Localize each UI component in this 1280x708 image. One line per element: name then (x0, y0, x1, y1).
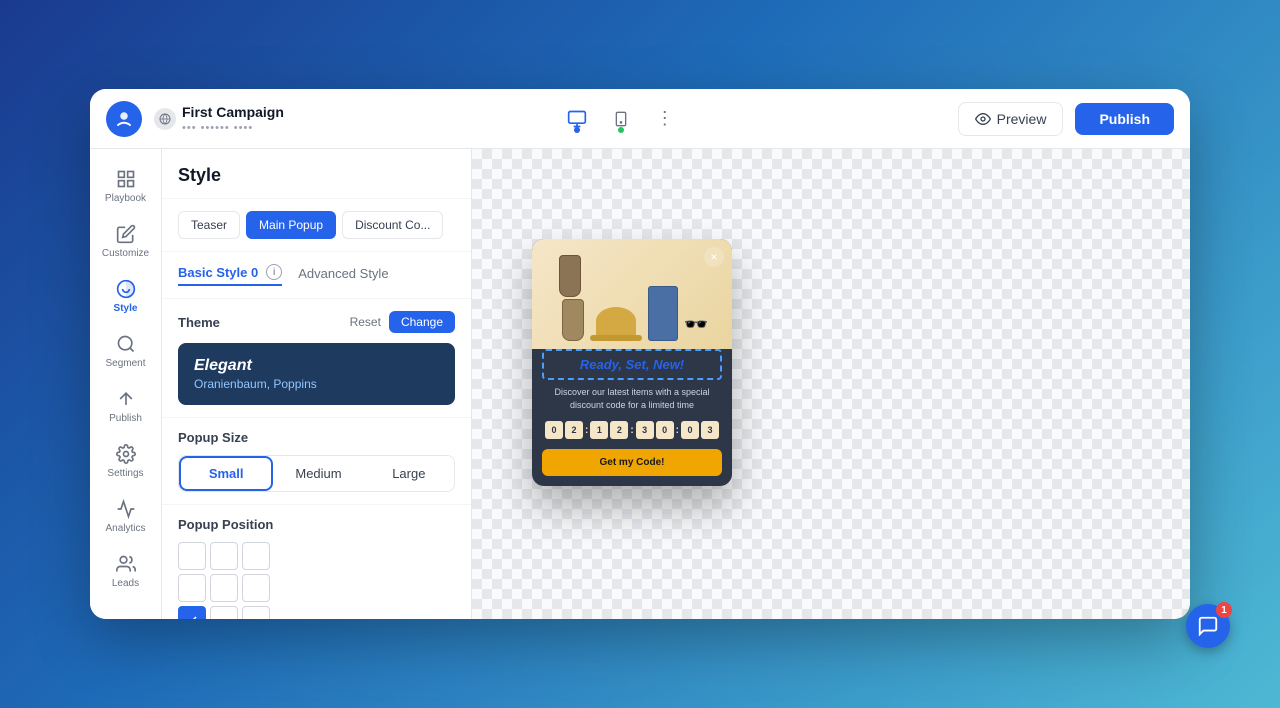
size-large-btn[interactable]: Large (364, 456, 454, 491)
sidebar-item-settings[interactable]: Settings (96, 436, 156, 487)
theme-section: Theme Reset Change Elegant Oranienbaum, … (162, 299, 471, 418)
more-options-btn[interactable]: ⋮ (649, 103, 681, 135)
pos-mid-center[interactable] (210, 574, 238, 602)
style-panel: Style Teaser Main Popup Discount Co... B… (162, 149, 472, 619)
hat-display (590, 307, 642, 341)
main-layout: Playbook Customize Style Segment Publish… (90, 149, 1190, 619)
pos-top-right[interactable] (242, 542, 270, 570)
sidebar: Playbook Customize Style Segment Publish… (90, 149, 162, 619)
sidebar-item-style[interactable]: Style (96, 271, 156, 322)
popup-close-btn[interactable]: × (704, 247, 724, 267)
sidebar-item-publish-label: Publish (109, 413, 142, 424)
theme-controls: Reset Change (350, 311, 455, 333)
popup-size-label: Popup Size (178, 430, 455, 445)
sidebar-item-segment[interactable]: Segment (96, 326, 156, 377)
popup-cta-button[interactable]: Get my Code! (542, 449, 722, 476)
header: First Campaign ••• •••••• •••• ⋮ Preview… (90, 89, 1190, 149)
countdown-4: 3 (636, 421, 654, 439)
publish-button[interactable]: Publish (1075, 103, 1174, 135)
sep-1: : (585, 425, 588, 436)
theme-fonts: Oranienbaum, Poppins (194, 377, 439, 391)
countdown-1: 2 (565, 421, 583, 439)
sep-3: : (676, 425, 679, 436)
header-actions: Preview Publish (958, 102, 1174, 136)
tab-basic-style[interactable]: Basic Style 0 i (178, 264, 282, 286)
theme-name: Elegant (194, 357, 439, 375)
device-toolbar: ⋮ (296, 103, 946, 135)
countdown-3: 2 (610, 421, 628, 439)
popup-description: Discover our latest items with a special… (532, 380, 732, 417)
countdown-6: 0 (681, 421, 699, 439)
popup-type-tabs: Teaser Main Popup Discount Co... (162, 199, 471, 252)
popup-position-section: Popup Position (162, 505, 471, 619)
tab-advanced-style[interactable]: Advanced Style (298, 264, 388, 286)
campaign-url: ••• •••••• •••• (182, 122, 284, 134)
pos-top-left[interactable] (178, 542, 206, 570)
sidebar-item-playbook[interactable]: Playbook (96, 161, 156, 212)
app-logo (106, 101, 142, 137)
sidebar-item-playbook-label: Playbook (105, 193, 146, 204)
popup-size-options: Small Medium Large (178, 455, 455, 492)
sidebar-item-segment-label: Segment (105, 358, 145, 369)
sidebar-item-analytics[interactable]: Analytics (96, 491, 156, 542)
sidebar-item-customize[interactable]: Customize (96, 216, 156, 267)
pos-bot-right[interactable] (242, 606, 270, 619)
popup-image: 🕶️ (532, 239, 732, 349)
size-medium-btn[interactable]: Medium (273, 456, 363, 491)
pos-bot-center[interactable] (210, 606, 238, 619)
popup-position-label: Popup Position (178, 517, 455, 532)
countdown-2: 1 (590, 421, 608, 439)
canvas-area: × 🕶️ (472, 149, 1190, 619)
theme-card: Elegant Oranienbaum, Poppins (178, 343, 455, 405)
size-small-btn[interactable]: Small (179, 456, 273, 491)
sidebar-item-customize-label: Customize (102, 248, 149, 259)
popup-preview: × 🕶️ (532, 239, 732, 486)
countdown-7: 3 (701, 421, 719, 439)
reset-theme-btn[interactable]: Reset (350, 315, 381, 329)
shoe-display (556, 255, 584, 341)
sidebar-item-publish[interactable]: Publish (96, 381, 156, 432)
glasses-display: 🕶️ (684, 312, 709, 337)
countdown-5: 0 (656, 421, 674, 439)
campaign-name: First Campaign (182, 104, 284, 120)
tab-teaser[interactable]: Teaser (178, 211, 240, 239)
sidebar-item-leads-label: Leads (112, 578, 139, 589)
popup-size-section: Popup Size Small Medium Large (162, 418, 471, 505)
sidebar-item-leads[interactable]: Leads (96, 546, 156, 597)
tab-main-popup[interactable]: Main Popup (246, 211, 336, 239)
pos-top-center[interactable] (210, 542, 238, 570)
pos-bot-left[interactable] (178, 606, 206, 619)
popup-title-box: Ready, Set, New! (542, 349, 722, 380)
position-grid (178, 542, 455, 619)
info-icon: i (266, 264, 282, 280)
sep-2: : (630, 425, 633, 436)
jeans-display (648, 286, 678, 341)
sidebar-item-settings-label: Settings (107, 468, 143, 479)
theme-label: Theme Reset Change (178, 311, 455, 333)
countdown-timer: 0 2 : 1 2 : 3 0 : 0 3 (532, 417, 732, 443)
pos-mid-right[interactable] (242, 574, 270, 602)
change-theme-btn[interactable]: Change (389, 311, 455, 333)
style-type-tabs: Basic Style 0 i Advanced Style (162, 252, 471, 299)
mobile-device-btn[interactable] (605, 103, 637, 135)
panel-title: Style (162, 149, 471, 199)
preview-button[interactable]: Preview (958, 102, 1064, 136)
sidebar-item-analytics-label: Analytics (105, 523, 145, 534)
pos-mid-left[interactable] (178, 574, 206, 602)
chat-notification-badge: 1 (1216, 602, 1232, 618)
chat-bubble[interactable]: 1 (1186, 604, 1230, 648)
tab-discount-code[interactable]: Discount Co... (342, 211, 443, 239)
sidebar-item-style-label: Style (114, 303, 138, 314)
popup-title: Ready, Set, New! (552, 357, 712, 372)
countdown-0: 0 (545, 421, 563, 439)
desktop-device-btn[interactable] (561, 103, 593, 135)
